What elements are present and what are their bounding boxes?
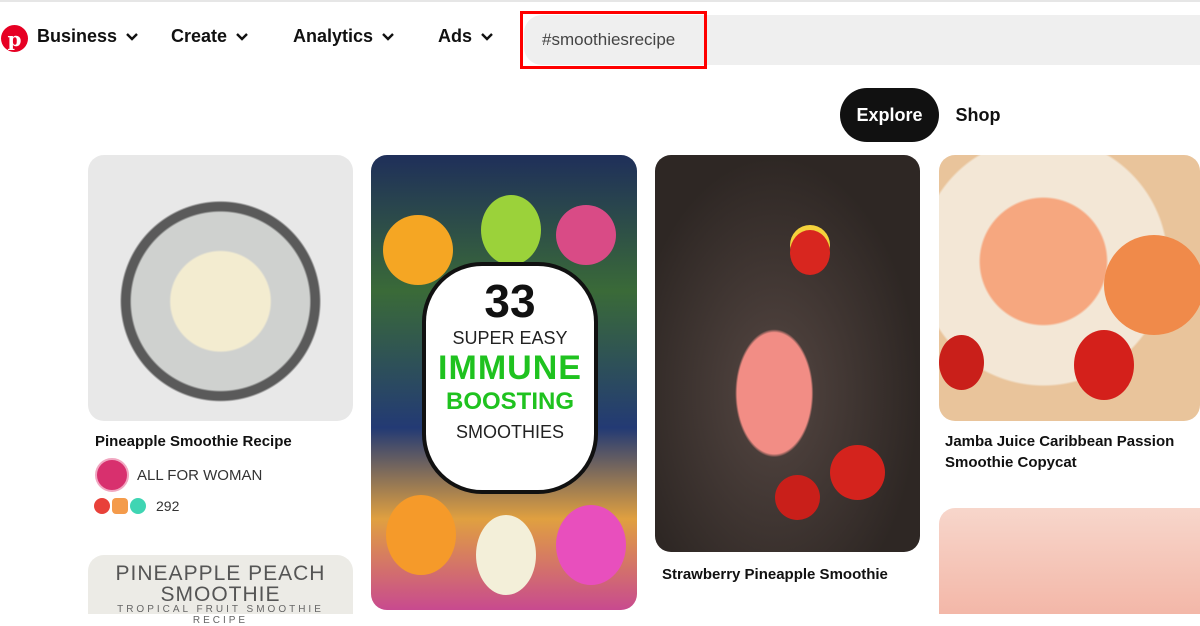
star-reaction-icon (130, 498, 146, 514)
strawberry-decoration (830, 445, 885, 500)
search-value: #smoothiesrecipe (542, 30, 676, 49)
fruit-decoration (481, 195, 541, 265)
strawberry-decoration (775, 475, 820, 520)
image-text-line3: TROPICAL FRUIT SMOOTHIE RECIPE (117, 604, 324, 626)
fruit-decoration (386, 495, 456, 575)
author-name: ALL FOR WOMAN (137, 466, 263, 484)
image-text-line1: PINEAPPLE PEACH (115, 562, 326, 585)
wow-reaction-icon (112, 498, 128, 514)
fruit-decoration (476, 515, 536, 595)
pin-title[interactable]: Strawberry Pineapple Smoothie (662, 564, 888, 585)
pinterest-logo-icon[interactable]: p (1, 25, 28, 52)
strawberry-decoration (939, 335, 984, 390)
pin-title[interactable]: Jamba Juice Caribbean Passion Smoothie C… (945, 431, 1195, 473)
chevron-down-icon (126, 32, 138, 41)
badge-line3: BOOSTING (445, 388, 574, 415)
image-text-line2: SMOOTHIE (160, 583, 281, 606)
fruit-decoration (556, 205, 616, 265)
pin-image-text: PINEAPPLE PEACH SMOOTHIE (88, 563, 353, 605)
pin-author[interactable]: ALL FOR WOMAN (95, 458, 262, 492)
strawberry-decoration (1074, 330, 1134, 400)
top-border (0, 0, 1200, 2)
svg-text:p: p (8, 27, 22, 51)
immune-smoothies-badge: 33 SUPER EASY IMMUNE BOOSTING SMOOTHIES (422, 262, 598, 494)
nav-business[interactable]: Business (37, 26, 139, 47)
badge-number: 33 (484, 275, 536, 327)
nav-create[interactable]: Create (171, 26, 249, 47)
fruit-decoration (383, 215, 453, 285)
peach-decoration (1104, 235, 1200, 335)
nav-ads-label: Ads (438, 26, 473, 46)
nav-business-label: Business (37, 26, 118, 46)
pin-image-strawberry-pineapple[interactable] (655, 155, 920, 552)
tab-shop[interactable]: Shop (948, 88, 1008, 142)
avatar (95, 458, 129, 492)
pin-image-jamba-juice[interactable] (939, 155, 1200, 421)
nav-analytics-label: Analytics (293, 26, 374, 46)
heart-reaction-icon (94, 498, 110, 514)
reaction-count: 292 (156, 498, 180, 514)
strawberry-decoration (790, 230, 830, 275)
reactions: 292 (94, 498, 179, 514)
badge-line4: SMOOTHIES (455, 422, 564, 442)
tab-explore[interactable]: Explore (840, 88, 939, 142)
pin-image-pineapple-smoothie[interactable] (88, 155, 353, 421)
fruit-decoration (556, 505, 626, 585)
chevron-down-icon (382, 32, 394, 41)
nav-create-label: Create (171, 26, 228, 46)
chevron-down-icon (236, 32, 248, 41)
chevron-down-icon (481, 32, 493, 41)
search-input[interactable]: #smoothiesrecipe (524, 15, 1200, 65)
badge-line1: SUPER EASY (452, 328, 568, 348)
nav-analytics[interactable]: Analytics (293, 26, 395, 47)
pin-title[interactable]: Pineapple Smoothie Recipe (95, 431, 292, 452)
nav-ads[interactable]: Ads (438, 26, 494, 47)
badge-line2: IMMUNE (438, 349, 582, 387)
pin-image-smoothie[interactable] (939, 508, 1200, 614)
